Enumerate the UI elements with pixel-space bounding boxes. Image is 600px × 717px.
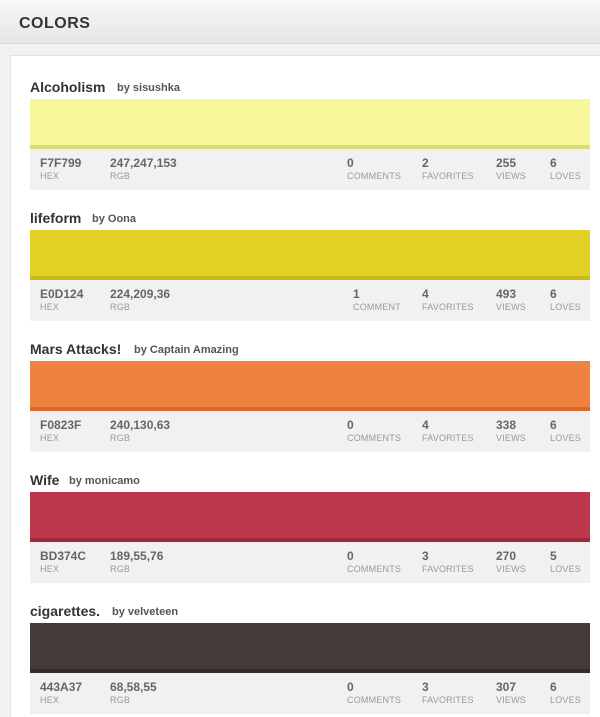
loves-stat: 5 LOVES [550,549,582,574]
comments-stat[interactable]: 0 COMMENTS [347,156,401,183]
page-title: COLORS [19,15,91,32]
color-entry: lifeform by Oona E0D124 HEX 224,209,36 RGB… [30,208,590,321]
favorites-stat: 2 FAVORITES [422,156,474,181]
color-name-link[interactable]: Wife [30,472,59,488]
color-stats: F0823F HEX 240,130,63 RGB 0 COMMENTS 4 FAVOR… [30,411,590,452]
comments-stat[interactable]: 0 COMMENTS [347,418,401,445]
comments-stat[interactable]: 1 COMMENT [353,287,401,314]
hex-stat: BD374C HEX [40,549,87,574]
views-stat: 270 VIEWS [496,549,527,574]
favorites-stat: 3 FAVORITES [422,549,474,574]
color-entry: cigarettes. by velveteen 443A37 HEX 68,58… [30,601,590,714]
color-swatch[interactable] [30,99,590,149]
author-link[interactable]: by Captain Amazing [134,344,239,356]
color-swatch[interactable] [30,361,590,411]
color-swatch[interactable] [30,623,590,673]
rgb-stat: 189,55,76 RGB [110,549,164,574]
loves-stat: 6 LOVES [550,156,582,181]
comments-stat[interactable]: 0 COMMENTS [347,680,401,707]
rgb-stat: 68,58,55 RGB [110,680,157,705]
color-name-link[interactable]: cigarettes. [30,603,100,619]
hex-stat: F7F799 HEX [40,156,82,181]
favorites-stat: 3 FAVORITES [422,680,474,705]
rgb-stat: 224,209,36 RGB [110,287,171,312]
color-entry: Mars Attacks! by Captain Amazing F0823F H… [30,339,590,452]
views-stat: 255 VIEWS [496,156,527,181]
page-header: COLORS [0,0,600,44]
rgb-stat: 240,130,63 RGB [110,418,171,443]
loves-stat: 6 LOVES [550,418,582,443]
color-swatch[interactable] [30,492,590,542]
color-stats: 443A37 HEX 68,58,55 RGB 0 COMMENTS 3 FAVORIT… [30,673,590,714]
author-link[interactable]: by monicamo [69,475,140,487]
color-stats: F7F799 HEX 247,247,153 RGB 0 COMMENTS 2 FAVO… [30,149,590,190]
color-swatch[interactable] [30,230,590,280]
views-stat: 338 VIEWS [496,418,527,443]
color-name-link[interactable]: lifeform [30,210,81,226]
views-stat: 307 VIEWS [496,680,527,705]
color-name-link[interactable]: Alcoholism [30,79,105,95]
color-entry: Wife by monicamo BD374C HEX 189,55,76 RGB … [30,470,590,583]
color-entry: Alcoholism by sisushka F7F799 HEX 247,247… [30,77,590,190]
hex-stat: E0D124 HEX [40,287,84,312]
color-stats: E0D124 HEX 224,209,36 RGB 1 COMMENT 4 FAVORI… [30,280,590,321]
comments-stat[interactable]: 0 COMMENTS [347,549,401,576]
author-link[interactable]: by Oona [92,213,136,225]
color-name-link[interactable]: Mars Attacks! [30,341,121,357]
rgb-stat: 247,247,153 RGB [110,156,177,181]
favorites-stat: 4 FAVORITES [422,287,474,312]
loves-stat: 6 LOVES [550,680,582,705]
author-link[interactable]: by velveteen [112,606,178,618]
hex-stat: 443A37 HEX [40,680,83,705]
author-link[interactable]: by sisushka [117,82,180,94]
favorites-stat: 4 FAVORITES [422,418,474,443]
color-stats: BD374C HEX 189,55,76 RGB 0 COMMENTS 3 FAVORI… [30,542,590,583]
hex-stat: F0823F HEX [40,418,82,443]
loves-stat: 6 LOVES [550,287,582,312]
views-stat: 493 VIEWS [496,287,527,312]
